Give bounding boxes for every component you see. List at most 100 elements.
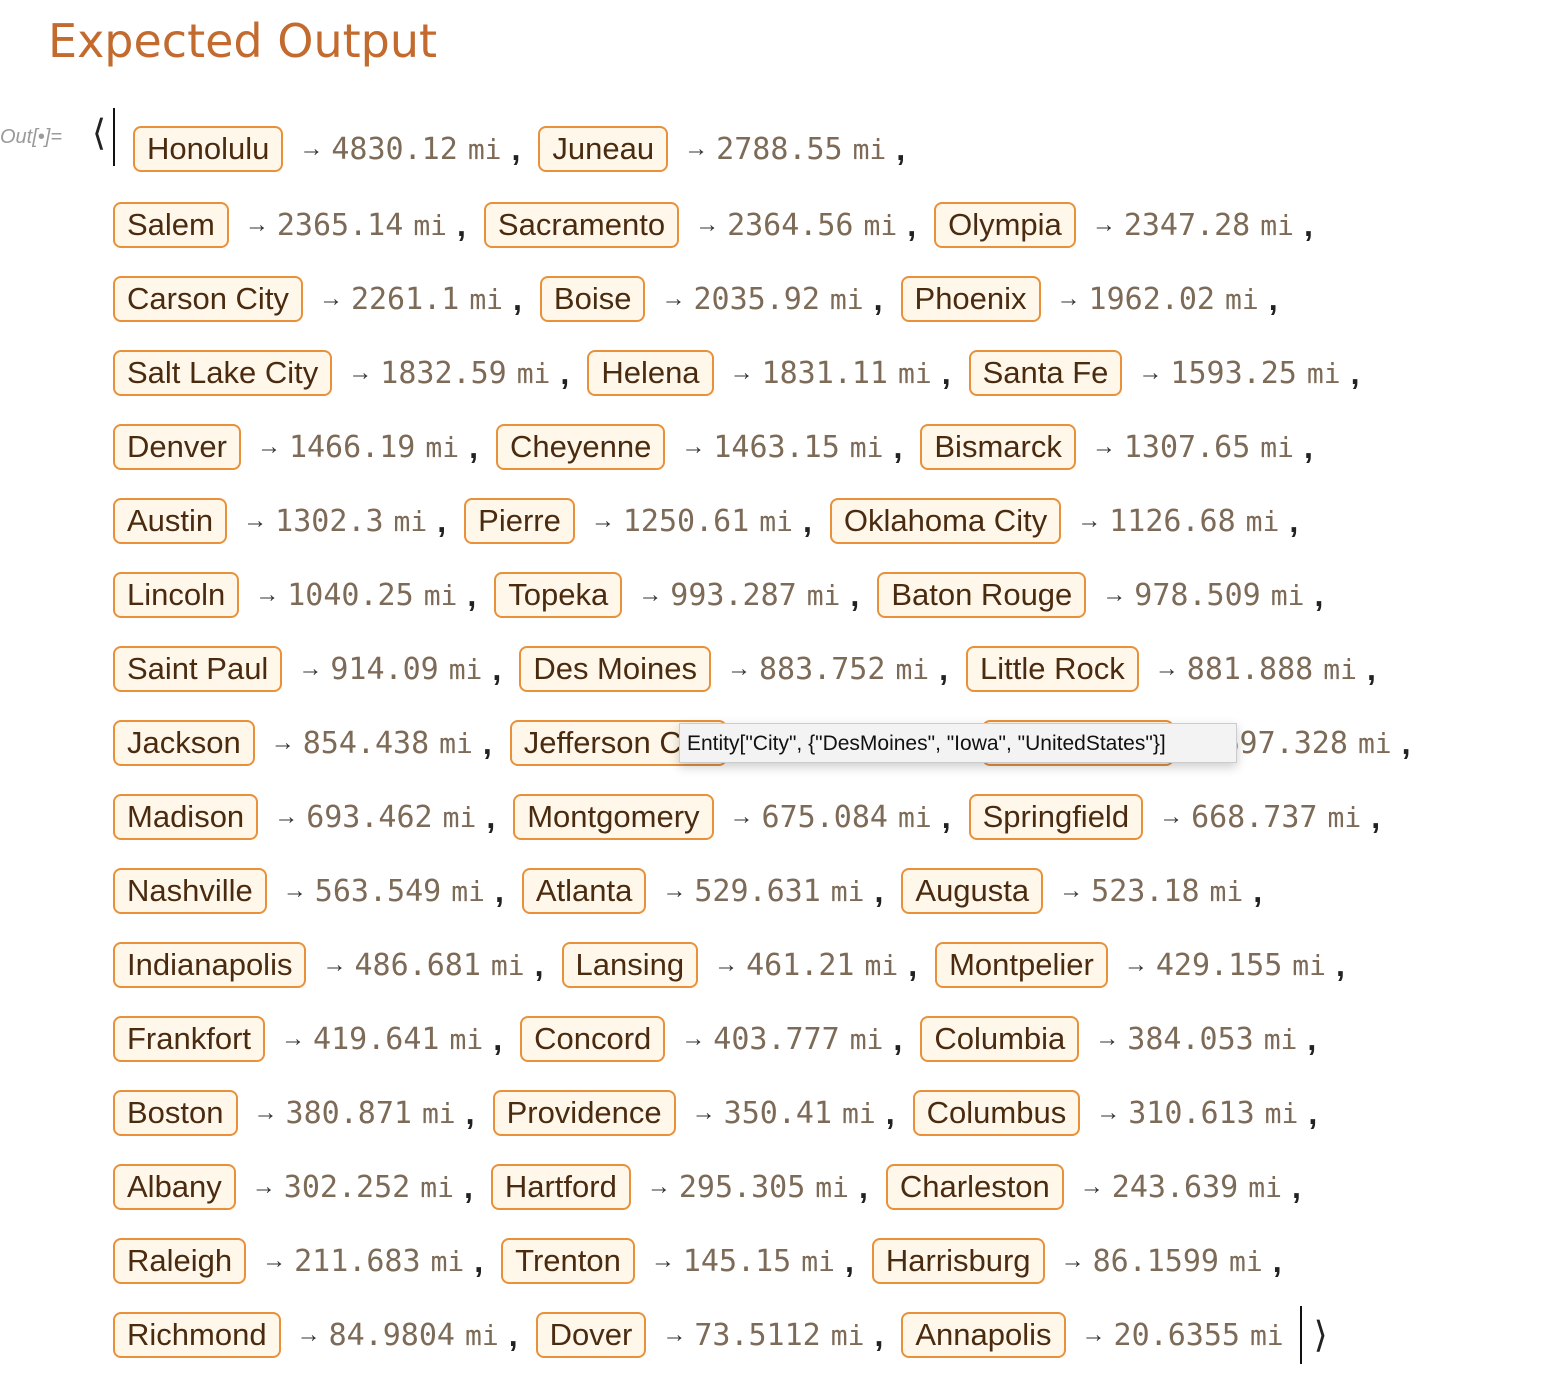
distance-unit: mi [469,282,504,316]
city-entity-chip[interactable]: Little Rock [966,646,1139,692]
city-entity-chip[interactable]: Springfield [968,794,1144,840]
rule-arrow-icon: → [638,581,663,608]
distance-unit: mi [842,1096,876,1130]
distance-value: 883.752 [759,651,886,687]
city-entity-chip[interactable]: Raleigh [113,1238,247,1284]
rule-arrow-icon: → [729,359,754,386]
separator-comma: , [513,280,522,317]
rule-arrow-icon: → [1060,1247,1085,1274]
city-entity-chip[interactable]: Nashville [113,868,267,914]
distance-value: 4830.12 [331,131,458,167]
city-entity-chip[interactable]: Boston [113,1090,238,1136]
distance-value: 1831.11 [761,355,888,391]
distance-value: 2364.56 [727,207,854,243]
rule-arrow-icon: → [727,655,751,682]
city-entity-chip[interactable]: Lansing [561,942,699,988]
distance-value: 1250.61 [622,503,750,539]
distance-value: 403.777 [713,1021,840,1057]
rule-arrow-icon: → [1123,951,1148,978]
output-row: Richmond → 84.9804 mi, Dover → 73.5112 mi, Annap… [113,1298,1429,1372]
city-entity-chip[interactable]: Atlanta [521,868,647,914]
distance-value: 84.9804 [328,1317,455,1353]
distance-unit: mi [852,132,887,166]
distance-value: 978.509 [1134,577,1261,613]
rule-arrow-icon: → [256,433,281,460]
city-entity-chip[interactable]: Denver [113,424,241,470]
city-entity-chip[interactable]: Bismarck [920,424,1076,470]
distance-value: 2365.14 [276,207,404,243]
city-entity-chip[interactable]: Trenton [501,1238,635,1284]
distance-value: 20.6355 [1113,1317,1240,1353]
city-entity-chip[interactable]: Sacramento [483,202,680,248]
city-entity-chip[interactable]: Helena [587,350,714,396]
rule-arrow-icon: → [661,285,686,312]
rule-arrow-icon: → [255,581,280,608]
distance-value: 1832.59 [380,355,507,391]
city-entity-chip[interactable]: Baton Rouge [877,572,1087,618]
city-entity-chip[interactable]: Montpelier [935,942,1108,988]
distance-unit: mi [801,1244,835,1278]
city-entity-chip[interactable]: Providence [492,1090,676,1136]
city-entity-chip[interactable]: Cheyenne [495,424,666,470]
distance-value: 2788.55 [716,131,843,167]
rule-arrow-icon: → [1091,433,1116,460]
rule-arrow-icon: → [646,1173,671,1200]
separator-comma: , [1303,428,1313,465]
city-entity-chip[interactable]: Salem [113,202,229,248]
open-association-bracket: ⟨ [92,112,107,153]
city-entity-chip[interactable]: Indianapolis [113,942,307,988]
city-entity-chip[interactable]: Olympia [934,202,1076,248]
city-entity-chip[interactable]: Montgomery [513,794,714,840]
city-entity-chip[interactable]: Concord [520,1016,666,1062]
distance-unit: mi [1357,726,1392,760]
city-entity-chip[interactable]: Frankfort [113,1016,266,1062]
rule-arrow-icon: → [281,1025,306,1052]
city-entity-chip[interactable]: Oklahoma City [829,498,1062,544]
city-entity-chip[interactable]: Austin [113,498,228,544]
city-entity-chip[interactable]: Saint Paul [113,646,283,692]
city-entity-chip[interactable]: Carson City [113,276,303,322]
distance-value: 461.21 [746,947,855,983]
city-entity-chip[interactable]: Topeka [494,572,623,618]
city-entity-chip[interactable]: Lincoln [113,572,240,618]
separator-comma: , [1289,502,1299,539]
city-entity-chip[interactable]: Charleston [885,1164,1064,1210]
city-entity-chip[interactable]: Boise [539,276,646,322]
city-entity-chip[interactable]: Pierre [464,498,575,544]
city-entity-chip[interactable]: Honolulu [133,126,284,172]
distance-value: 486.681 [354,947,481,983]
city-entity-chip[interactable]: Dover [535,1312,647,1358]
distance-unit: mi [1260,208,1294,242]
city-entity-chip[interactable]: Jackson [113,720,255,766]
city-entity-chip[interactable]: Juneau [538,126,669,172]
city-entity-chip[interactable]: Columbus [912,1090,1081,1136]
city-entity-chip[interactable]: Phoenix [900,276,1041,322]
city-entity-chip[interactable]: Columbia [920,1016,1080,1062]
output-row: Austin → 1302.3 mi, Pierre → 1250.61 mi, Oklahom… [113,484,1429,558]
separator-comma: , [941,354,951,391]
separator-comma: , [1371,798,1381,835]
distance-value: 2261.1 [350,281,460,317]
city-entity-chip[interactable]: Augusta [901,868,1044,914]
distance-value: 145.15 [682,1243,792,1279]
distance-value: 243.639 [1111,1169,1239,1205]
city-entity-chip[interactable]: Hartford [490,1164,631,1210]
city-entity-chip[interactable]: Harrisburg [871,1238,1045,1284]
city-entity-chip[interactable]: Madison [113,794,259,840]
city-entity-chip[interactable]: Santa Fe [968,350,1123,396]
distance-value: 310.613 [1128,1095,1255,1131]
separator-comma: , [534,946,544,983]
distance-value: 2035.92 [693,281,820,317]
city-entity-chip[interactable]: Richmond [113,1312,281,1358]
separator-comma: , [511,130,521,167]
separator-comma: , [858,1168,868,1205]
rule-arrow-icon: → [1138,359,1163,386]
city-entity-chip[interactable]: Albany [113,1164,236,1210]
distance-unit: mi [442,800,477,834]
distance-unit: mi [849,1022,884,1056]
city-entity-chip[interactable]: Des Moines [519,646,711,692]
city-entity-chip[interactable]: Annapolis [901,1312,1066,1358]
distance-value: 1307.65 [1123,429,1251,465]
city-entity-chip[interactable]: Salt Lake City [113,350,333,396]
distance-unit: mi [490,948,525,982]
